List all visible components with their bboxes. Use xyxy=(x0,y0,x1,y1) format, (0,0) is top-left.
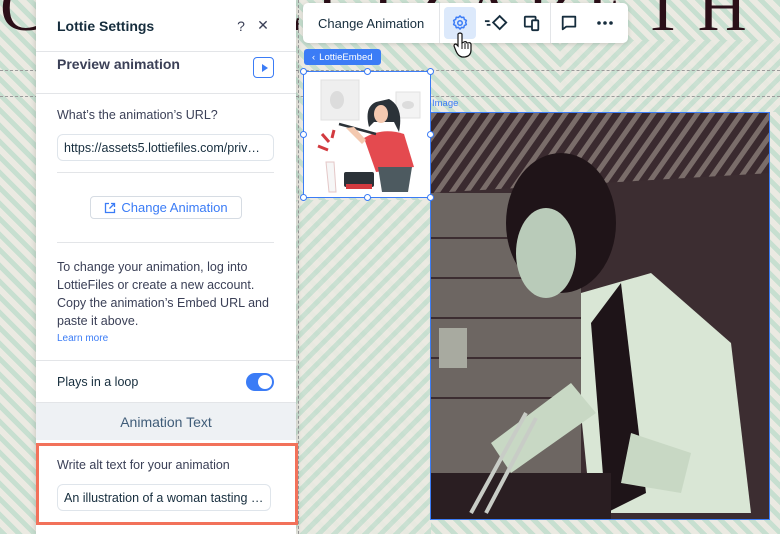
close-icon[interactable]: ✕ xyxy=(252,17,274,34)
learn-more-link[interactable]: Learn more xyxy=(57,333,274,344)
resize-handle[interactable] xyxy=(300,194,307,201)
help-text: To change your animation, log into Lotti… xyxy=(57,260,269,328)
resize-handle[interactable] xyxy=(364,68,371,75)
guide-line xyxy=(298,0,299,534)
lottie-embed-tag[interactable]: ‹ LottieEmbed xyxy=(304,49,381,65)
preview-play-button[interactable] xyxy=(253,57,274,78)
animation-button[interactable] xyxy=(478,3,514,43)
chevron-left-icon: ‹ xyxy=(312,51,316,63)
hand-cursor-icon xyxy=(453,32,472,58)
url-input[interactable]: https://assets5.lottiefiles.com/priv… xyxy=(57,134,274,161)
chef-photo xyxy=(431,113,769,519)
animation-text-section-header: Animation Text xyxy=(36,402,296,440)
loop-toggle[interactable] xyxy=(246,372,274,391)
background-pattern xyxy=(560,40,780,112)
loop-label: Plays in a loop xyxy=(57,374,139,389)
play-icon xyxy=(261,63,268,72)
panel-title: Lottie Settings xyxy=(57,17,155,34)
change-animation-button[interactable]: Change Animation xyxy=(90,196,242,219)
external-link-icon xyxy=(105,202,116,213)
settings-icon xyxy=(453,15,468,30)
change-animation-label: Change Animation xyxy=(121,200,228,215)
alt-text-label: Write alt text for your animation xyxy=(57,458,230,472)
lottie-embed-label: LottieEmbed xyxy=(319,51,373,63)
panel-header: Lottie Settings ? ✕ xyxy=(36,0,296,52)
image-label: Image xyxy=(432,98,459,109)
url-label: What’s the animation’s URL? xyxy=(57,108,218,122)
loop-row: Plays in a loop xyxy=(36,360,296,402)
comment-icon xyxy=(562,15,577,31)
chef-image[interactable] xyxy=(430,112,770,520)
toggle-knob xyxy=(258,374,272,389)
lottie-animation[interactable] xyxy=(300,68,434,201)
question-icon[interactable]: ? xyxy=(230,18,252,34)
comment-button[interactable] xyxy=(551,3,587,43)
more-button[interactable] xyxy=(587,3,623,43)
change-animation-toolbar-button[interactable]: Change Animation xyxy=(303,3,441,43)
resize-handle[interactable] xyxy=(427,194,434,201)
resize-handle[interactable] xyxy=(427,68,434,75)
resize-handle[interactable] xyxy=(300,68,307,75)
alt-text-input[interactable]: An illustration of a woman tasting … xyxy=(57,484,271,511)
layout-devices-icon xyxy=(524,15,540,32)
more-icon xyxy=(597,21,614,25)
alt-text-section: Write alt text for your animation An ill… xyxy=(36,443,298,525)
resize-handle[interactable] xyxy=(300,131,307,138)
resize-handle[interactable] xyxy=(427,131,434,138)
background-pattern xyxy=(296,200,431,534)
preview-row: Preview animation xyxy=(36,52,296,94)
preview-label: Preview animation xyxy=(57,56,180,72)
animation-icon xyxy=(485,14,508,31)
woman-tasting-illustration xyxy=(317,79,421,193)
layout-devices-button[interactable] xyxy=(514,3,550,43)
resize-handle[interactable] xyxy=(364,194,371,201)
